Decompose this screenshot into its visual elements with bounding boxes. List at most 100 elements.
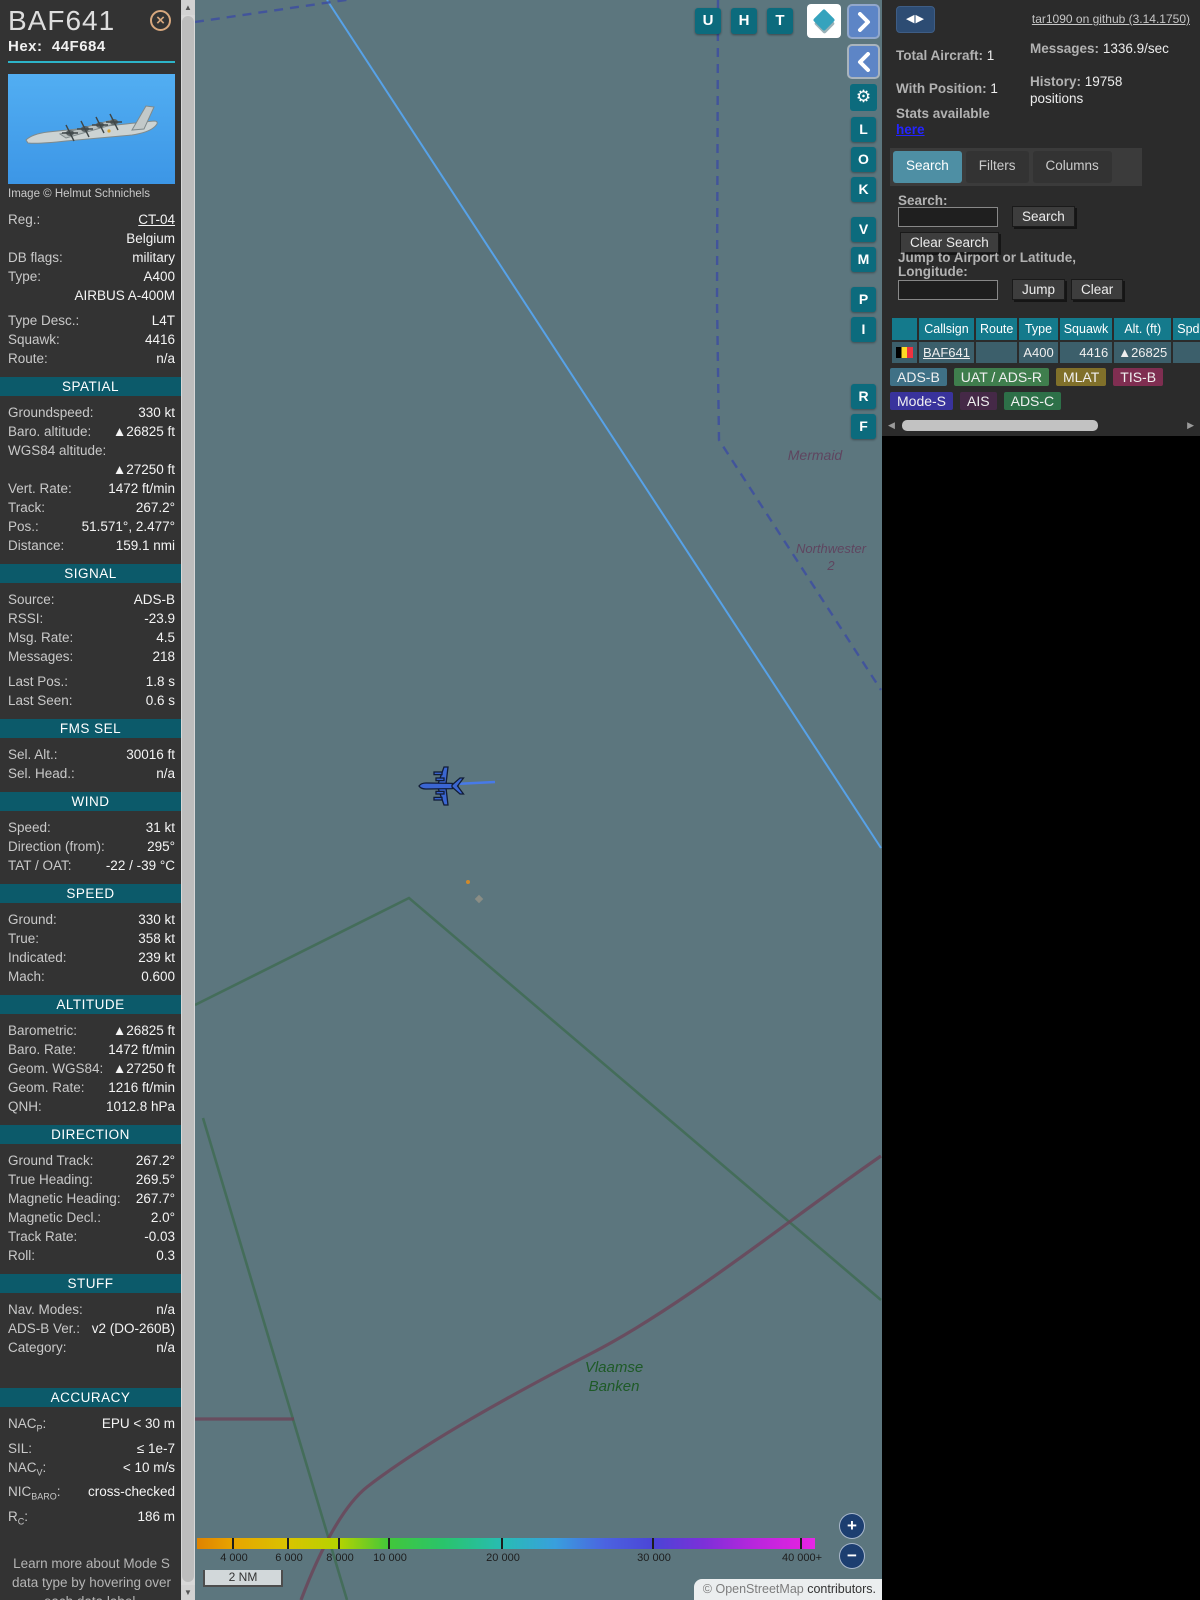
close-icon[interactable]: ×: [150, 10, 171, 31]
map-toggle-o[interactable]: O: [851, 147, 876, 172]
detail-row: Ground Track: 267.2°: [8, 1151, 175, 1170]
table-row[interactable]: BAF641 A400 4416 ▲26825: [892, 342, 1200, 363]
map-toggle-r[interactable]: R: [851, 384, 876, 409]
a400m-photo-graphic: [8, 74, 175, 184]
detail-row: Magnetic Heading: 267.7°: [8, 1189, 175, 1208]
detail-value: 330 kt: [138, 405, 175, 420]
detail-row: Type: A400: [8, 267, 175, 286]
badge-tis-b[interactable]: TIS-B: [1113, 368, 1164, 386]
map-toggle-m[interactable]: M: [851, 247, 876, 272]
detail-row: Speed: 31 kt: [8, 818, 175, 837]
type-column-header[interactable]: Type: [1019, 318, 1058, 340]
map-toggle-v[interactable]: V: [851, 217, 876, 242]
sidebar-collapse-button[interactable]: ◀▶: [896, 6, 935, 33]
detail-row: Magnetic Decl.: 2.0°: [8, 1208, 175, 1227]
zoom-in-button[interactable]: +: [839, 1513, 865, 1539]
detail-label: Source:: [8, 592, 55, 607]
map-canvas[interactable]: Mermaid Northwester 2 Vlaamse Banken UHT ⚙ L…: [195, 0, 882, 1600]
layer-switcher-button[interactable]: [807, 4, 841, 38]
stats-here-link[interactable]: here: [896, 122, 925, 137]
detail-value: n/a: [156, 1302, 175, 1317]
detail-value: 0.3: [156, 1248, 175, 1263]
detail-label: Geom. Rate:: [8, 1080, 85, 1095]
chevron-right-icon: [857, 11, 870, 32]
collapse-left-button[interactable]: [847, 44, 880, 79]
detail-label: True:: [8, 931, 40, 946]
route-column-header[interactable]: Route: [975, 318, 1018, 340]
detail-value: ▲26825 ft: [112, 424, 175, 439]
aircraft-icon[interactable]: [418, 766, 496, 806]
detail-label: Type Desc.:: [8, 313, 80, 328]
detail-value: 159.1 nmi: [115, 538, 175, 553]
right-sidebar: ◀▶ tar1090 on github (3.14.1750) Total A…: [882, 0, 1200, 1600]
osm-attribution-link[interactable]: © OpenStreetMap: [703, 1582, 804, 1596]
settings-button[interactable]: ⚙: [850, 84, 877, 111]
clear-jump-button[interactable]: Clear: [1071, 279, 1124, 300]
detail-row: NACP: EPU < 30 m: [8, 1414, 175, 1439]
detail-value: n/a: [156, 1340, 175, 1355]
detail-label: Speed:: [8, 820, 51, 835]
badge-ais[interactable]: AIS: [960, 392, 997, 410]
badge-ads-c[interactable]: ADS-C: [1003, 392, 1062, 410]
registration-link[interactable]: CT-04: [40, 210, 175, 229]
detail-value: 1216 ft/min: [108, 1080, 175, 1095]
detail-value: 239 kt: [138, 950, 175, 965]
map-toggle-l[interactable]: L: [851, 117, 876, 142]
callsign-column-header[interactable]: Callsign: [919, 318, 974, 340]
detail-value: 267.7°: [135, 1191, 175, 1206]
detail-value: ≤ 1e-7: [136, 1440, 175, 1456]
badge-ads-b[interactable]: ADS-B: [890, 368, 947, 386]
aircraft-photo[interactable]: [8, 74, 175, 184]
expand-right-button[interactable]: [847, 4, 880, 39]
badge-mlat[interactable]: MLAT: [1055, 368, 1107, 386]
detail-value: 269.5°: [135, 1172, 175, 1187]
detail-value: 267.2°: [135, 500, 175, 515]
map-button-t[interactable]: T: [767, 8, 793, 34]
map-toggle-i[interactable]: I: [851, 317, 876, 342]
badge-uat-ads-r[interactable]: UAT / ADS-R: [953, 368, 1049, 386]
badge-mode-s[interactable]: Mode-S: [890, 392, 954, 410]
detail-value: 295°: [147, 839, 175, 854]
zoom-out-button[interactable]: −: [839, 1543, 865, 1569]
scroll-down-icon[interactable]: ▼: [181, 1585, 195, 1600]
jump-button[interactable]: Jump: [1012, 279, 1066, 300]
flag-column-header[interactable]: [892, 318, 917, 340]
tab-filters[interactable]: Filters: [965, 151, 1029, 183]
scrollbar-thumb[interactable]: [182, 16, 194, 1582]
squawk-column-header[interactable]: Squawk: [1059, 318, 1113, 340]
detail-value: A400: [143, 269, 175, 284]
scroll-right-icon[interactable]: ▶: [1187, 420, 1194, 431]
jump-input[interactable]: [898, 280, 998, 300]
detail-row: Last Seen: 0.6 s: [8, 691, 175, 710]
table-horizontal-scrollbar[interactable]: ◀ ▶: [888, 419, 1194, 433]
small-buoy-marker: [466, 880, 470, 884]
left-panel-scrollbar[interactable]: ▲ ▼: [181, 0, 195, 1600]
aircraft-table-header: Callsign Route Type Squawk Alt. (ft) Spd: [892, 318, 1200, 340]
stats-available-label: Stats available: [896, 106, 990, 121]
detail-value: 330 kt: [138, 912, 175, 927]
search-input[interactable]: [898, 207, 998, 227]
detail-value: [106, 441, 175, 460]
legend-tick: [287, 1538, 289, 1549]
map-button-h[interactable]: H: [731, 8, 757, 34]
scroll-left-icon[interactable]: ◀: [888, 420, 895, 431]
map-toggle-f[interactable]: F: [851, 414, 876, 439]
row-route: [975, 342, 1018, 363]
row-callsign-link[interactable]: BAF641: [923, 345, 970, 360]
detail-label: RSSI:: [8, 611, 44, 626]
search-button[interactable]: Search: [1012, 206, 1075, 227]
alt-column-header[interactable]: Alt. (ft): [1114, 318, 1172, 340]
map-button-u[interactable]: U: [695, 8, 721, 34]
map-toggle-p[interactable]: P: [851, 287, 876, 312]
version-link[interactable]: tar1090 on github (3.14.1750): [1032, 12, 1190, 26]
map-toggle-k[interactable]: K: [851, 177, 876, 202]
tab-columns[interactable]: Columns: [1032, 151, 1112, 183]
hscrollbar-thumb[interactable]: [902, 420, 1098, 431]
tab-search[interactable]: Search: [893, 151, 962, 183]
section-header-accuracy: ACCURACY: [0, 1388, 181, 1407]
row-type: A400: [1019, 342, 1058, 363]
scroll-up-icon[interactable]: ▲: [181, 0, 195, 15]
detail-value: 1472 ft/min: [108, 481, 175, 496]
legend-tick: [800, 1538, 802, 1549]
speed-column-header[interactable]: Spd: [1173, 318, 1200, 340]
